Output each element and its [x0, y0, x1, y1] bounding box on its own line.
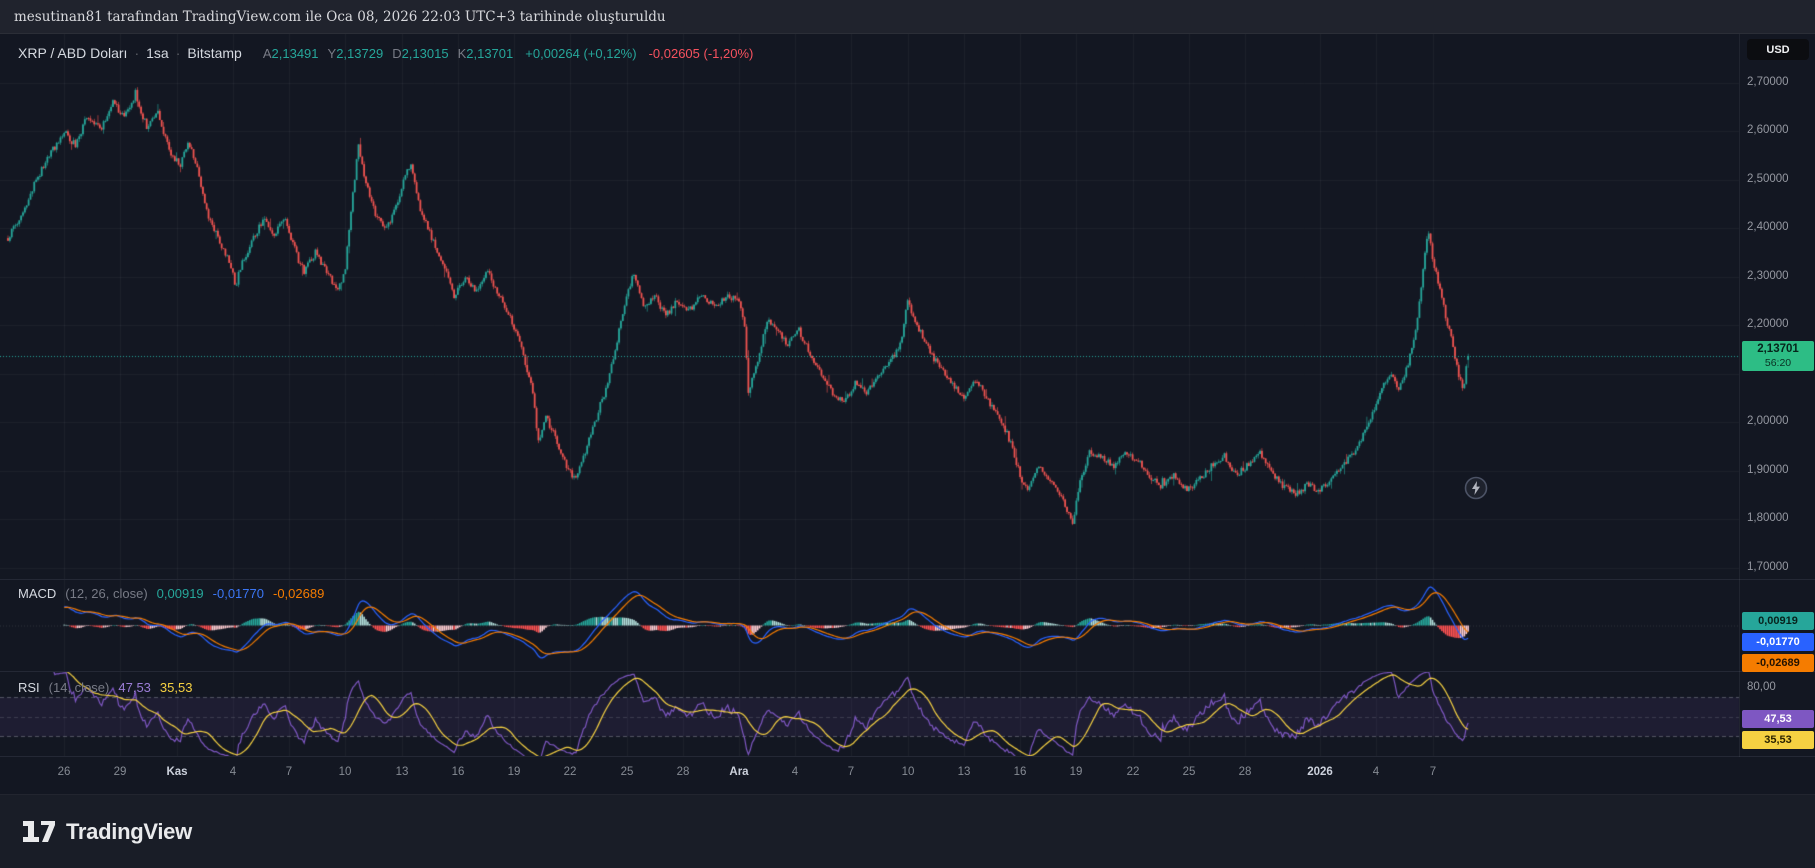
rsi-axis-flag: 47,53: [1742, 710, 1814, 728]
time-tick-label: 4: [791, 766, 799, 778]
rsi-value: 47,53: [118, 680, 151, 695]
macd-axis-flag: -0,02689: [1742, 654, 1814, 672]
macd-params: (12, 26, close): [65, 586, 148, 601]
attribution-text: mesutinan81 tarafından TradingView.com i…: [14, 8, 666, 25]
footer-bar: TradingView: [0, 794, 1815, 868]
legend-separator: ·: [175, 45, 181, 61]
chart-legend: XRP / ABD Doları · 1sa · Bitstamp A 2,134…: [18, 45, 753, 61]
pane-divider[interactable]: [0, 671, 1815, 672]
macd-signal-value: -0,02689: [272, 586, 325, 601]
low-value: 2,13015: [401, 46, 449, 61]
tradingview-glyph-icon: [23, 820, 55, 842]
time-tick-label: 28: [676, 766, 690, 778]
time-tick-label: 13: [395, 766, 409, 778]
low-label: D: [392, 46, 402, 61]
tradingview-wordmark: TradingView: [66, 818, 192, 844]
price-scale[interactable]: USD 2,13701 56:20 2,70000 2,60000 2,50000 2…: [1739, 34, 1815, 757]
time-tick-label: 4: [1372, 766, 1380, 778]
time-tick-label: 16: [451, 766, 465, 778]
rsi-title[interactable]: RSI: [18, 680, 40, 695]
currency-toggle-button[interactable]: USD: [1747, 39, 1809, 60]
time-tick-label: Ara: [729, 766, 749, 778]
price-tick-label: 2,40000: [1747, 221, 1789, 233]
time-tick-label: 25: [620, 766, 634, 778]
bar-change-value: +0,00264 (+0,12%): [525, 46, 637, 61]
attribution-bar: mesutinan81 tarafından TradingView.com i…: [0, 0, 1815, 34]
rsi-params: (14, close): [48, 680, 110, 695]
close-label: K: [457, 46, 467, 61]
price-tick-label: 2,60000: [1747, 124, 1789, 136]
last-price-value: 2,13701: [1757, 343, 1799, 355]
open-value: 2,13491: [271, 46, 319, 61]
time-tick-label: 10: [901, 766, 915, 778]
time-tick-label: 22: [1126, 766, 1140, 778]
tradingview-logo[interactable]: TradingView: [21, 819, 192, 845]
time-tick-label: 22: [563, 766, 577, 778]
interval-value[interactable]: 1sa: [146, 45, 169, 61]
exchange-name[interactable]: Bitstamp: [187, 45, 241, 61]
time-scale[interactable]: 26 29 Kas 4 7 10 13 16 19 22 25 28 Ara 4 7 10 13 16 19 22 25…: [0, 757, 1815, 794]
macd-title[interactable]: MACD: [18, 586, 56, 601]
time-tick-label: 19: [1069, 766, 1083, 778]
price-tick-label: 2,20000: [1747, 318, 1789, 330]
rsi-scale-tick: 80,00: [1747, 681, 1776, 693]
time-tick-label: 25: [1182, 766, 1196, 778]
price-tick-label: 2,70000: [1747, 76, 1789, 88]
price-tick-label: 2,50000: [1747, 173, 1789, 185]
macd-line-value: -0,01770: [212, 586, 264, 601]
price-tick-label: 1,90000: [1747, 464, 1789, 476]
price-tick-label: 1,70000: [1747, 561, 1789, 573]
time-tick-label: 4: [229, 766, 237, 778]
time-tick-label: 7: [847, 766, 855, 778]
rsi-ma-value: 35,53: [159, 680, 193, 695]
time-tick-label: 29: [113, 766, 127, 778]
rsi-legend: RSI (14, close) 47,53 35,53: [18, 680, 192, 695]
high-value: 2,13729: [336, 46, 384, 61]
macd-axis-flag: 0,00919: [1742, 612, 1814, 630]
time-tick-label: 26: [57, 766, 71, 778]
time-tick-label: 19: [507, 766, 521, 778]
macd-histogram-value: 0,00919: [156, 586, 204, 601]
lightning-clock-icon[interactable]: [1464, 476, 1488, 500]
day-change-value: -0,02605 (-1,20%): [648, 46, 754, 61]
macd-legend: MACD (12, 26, close) 0,00919 -0,01770 -0…: [18, 586, 324, 601]
last-price-flag: 2,13701 56:20: [1742, 341, 1814, 371]
close-value: 2,13701: [466, 46, 514, 61]
price-tick-label: 2,00000: [1747, 415, 1789, 427]
chart-area: XRP / ABD Doları · 1sa · Bitstamp A 2,134…: [0, 34, 1815, 794]
macd-axis-flag: -0,01770: [1742, 633, 1814, 651]
price-tick-label: 1,80000: [1747, 512, 1789, 524]
symbol-name[interactable]: XRP / ABD Doları: [18, 45, 127, 61]
time-tick-label: 2026: [1307, 766, 1333, 778]
time-tick-label: 7: [1429, 766, 1437, 778]
time-tick-label: 10: [338, 766, 352, 778]
time-tick-label: Kas: [166, 766, 188, 778]
open-label: A: [262, 46, 272, 61]
high-label: Y: [327, 46, 337, 61]
chart-canvas[interactable]: [0, 34, 1815, 757]
time-tick-label: 13: [957, 766, 971, 778]
bar-countdown: 56:20: [1764, 357, 1792, 369]
ohlc-values: A 2,13491 Y 2,13729 D 2,13015 K 2,13701 +0,0…: [254, 46, 754, 61]
time-tick-label: 16: [1013, 766, 1027, 778]
price-tick-label: 2,30000: [1747, 270, 1789, 282]
legend-separator: ·: [134, 45, 140, 61]
time-tick-label: 28: [1238, 766, 1252, 778]
rsi-axis-flag: 35,53: [1742, 731, 1814, 749]
pane-divider[interactable]: [0, 579, 1815, 580]
time-tick-label: 7: [285, 766, 293, 778]
